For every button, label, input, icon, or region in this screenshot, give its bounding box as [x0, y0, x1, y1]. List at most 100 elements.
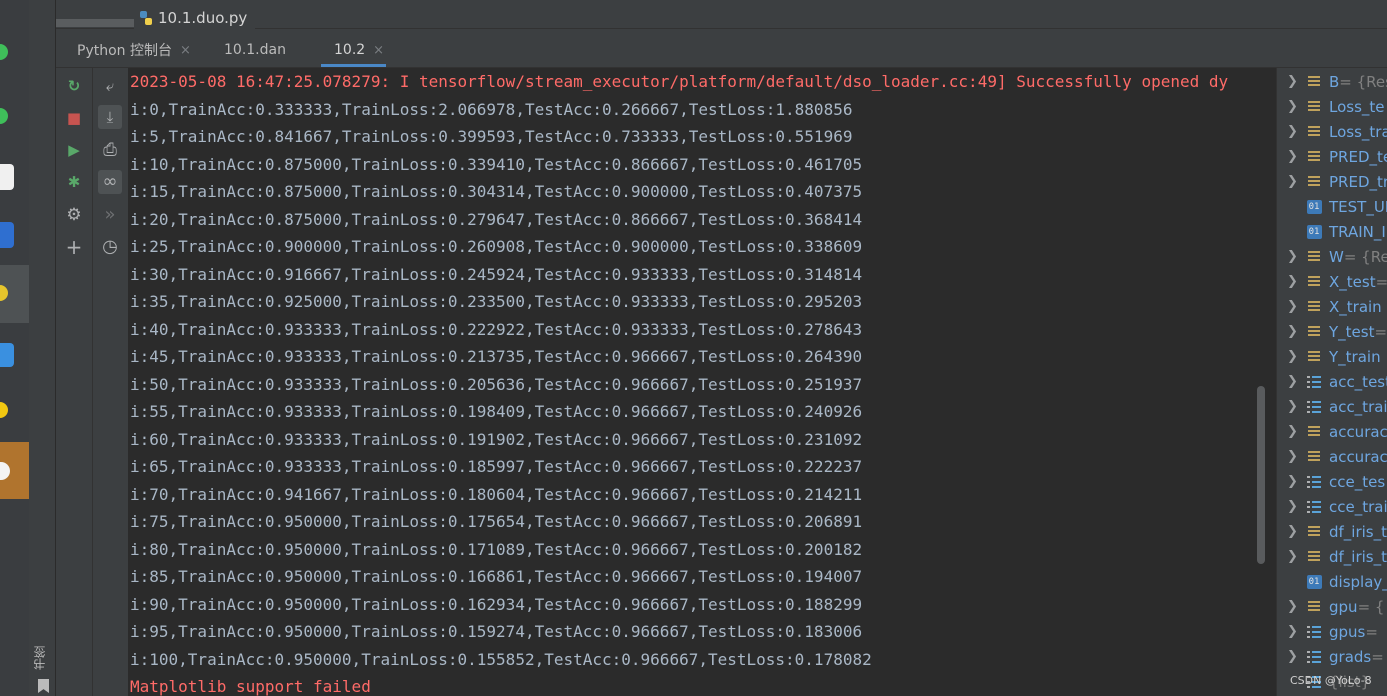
console-toolbar-primary: ↻ ■ ▶ ✱ ⚙ + — [56, 68, 93, 696]
variable-row[interactable]: ❯ df_iris_t — [1277, 544, 1387, 569]
variable-row[interactable]: ❯ B = {Res — [1277, 69, 1387, 94]
expand-arrow-icon[interactable]: ❯ — [1287, 149, 1301, 164]
expand-arrow-icon[interactable]: ❯ — [1287, 549, 1301, 564]
tab-label: 10.2 — [334, 42, 366, 58]
expand-arrow-icon[interactable]: ❯ — [1287, 424, 1301, 439]
expand-arrow-icon[interactable]: ❯ — [1287, 374, 1301, 389]
dock-selected-item[interactable] — [0, 265, 29, 323]
expand-arrow-icon[interactable]: ❯ — [1287, 499, 1301, 514]
variable-row[interactable]: 01 TEST_UI — [1277, 194, 1387, 219]
console-output-line: i:15,TrainAcc:0.875000,TrainLoss:0.30431… — [130, 182, 863, 201]
expand-arrow-icon[interactable]: ❯ — [1287, 474, 1301, 489]
settings-icon[interactable]: ⚙ — [62, 203, 86, 227]
expand-arrow-icon[interactable]: ❯ — [1287, 174, 1301, 189]
variable-value: = — [1374, 322, 1387, 341]
console-tab-bar: Python 控制台 × 10.1.dan 10.2 × — [56, 32, 1387, 68]
dock-app-icon[interactable] — [0, 44, 8, 60]
run-icon[interactable]: ▶ — [62, 138, 86, 162]
console-output-line: i:100,TrainAcc:0.950000,TrainLoss:0.1558… — [130, 649, 872, 669]
show-variables-icon[interactable]: ∞ — [98, 170, 122, 194]
tab-10-1-dan[interactable]: 10.1.dan — [224, 32, 294, 68]
dock-app-icon[interactable] — [0, 402, 8, 418]
expand-arrow-icon[interactable]: ❯ — [1287, 524, 1301, 539]
variable-row[interactable]: ❯ PRED_tr — [1277, 169, 1387, 194]
variable-row[interactable]: ❯ gpu = { — [1277, 594, 1387, 619]
variable-name: df_iris_t — [1329, 547, 1387, 566]
variable-row[interactable]: ❯ Loss_tra — [1277, 119, 1387, 144]
variable-name: PRED_te — [1329, 147, 1387, 166]
add-icon[interactable]: + — [62, 235, 86, 259]
console-output-line: i:55,TrainAcc:0.933333,TrainLoss:0.19840… — [130, 402, 863, 421]
variable-row[interactable]: ❯ acc_trai — [1277, 394, 1387, 419]
variable-row[interactable]: ❯ grads = — [1277, 644, 1387, 669]
tab-10-2[interactable]: 10.2 × — [334, 32, 384, 68]
soft-wrap-icon[interactable]: ⤶ — [98, 74, 122, 98]
dock-app-icon[interactable] — [0, 343, 14, 367]
expand-arrow-icon[interactable]: ❯ — [1287, 649, 1301, 664]
python-file-icon — [140, 11, 152, 25]
variable-row[interactable]: ❯ cce_trai — [1277, 494, 1387, 519]
expand-arrow-icon[interactable]: ❯ — [1287, 599, 1301, 614]
expand-arrow-icon[interactable]: ❯ — [1287, 624, 1301, 639]
tab-python-console[interactable]: Python 控制台 × — [77, 32, 191, 68]
variable-row[interactable]: ❯ PRED_te — [1277, 144, 1387, 169]
expand-arrow-icon[interactable]: ❯ — [1287, 274, 1301, 289]
list-icon — [1305, 624, 1323, 640]
dock-app-icon[interactable] — [0, 164, 14, 190]
dock-active-item[interactable] — [0, 442, 29, 499]
expand-arrow-icon[interactable]: ❯ — [1287, 449, 1301, 464]
execute-icon[interactable]: » — [98, 203, 122, 227]
active-tab-indicator — [321, 64, 386, 67]
print-icon[interactable]: ⎙ — [98, 138, 122, 162]
variable-row[interactable]: ❯ gpus = — [1277, 619, 1387, 644]
bookmarks-label[interactable]: 书签 — [33, 646, 52, 670]
console-output-line: i:45,TrainAcc:0.933333,TrainLoss:0.21373… — [130, 347, 863, 366]
tab-label: 10.1.dan — [224, 42, 286, 58]
expand-arrow-icon[interactable]: ❯ — [1287, 99, 1301, 114]
variable-row[interactable]: ❯ acc_test — [1277, 369, 1387, 394]
variable-row[interactable]: ❯ X_test = — [1277, 269, 1387, 294]
variable-row[interactable]: ❯ Y_train — [1277, 344, 1387, 369]
expand-arrow-icon[interactable]: ❯ — [1287, 299, 1301, 314]
variable-name: B — [1329, 72, 1340, 91]
expand-arrow-icon[interactable]: ❯ — [1287, 399, 1301, 414]
console-output[interactable]: 2023-05-08 16:47:25.078279: I tensorflow… — [128, 68, 1253, 696]
variable-name: TRAIN_I — [1329, 222, 1386, 241]
console-output-line: i:90,TrainAcc:0.950000,TrainLoss:0.16293… — [130, 594, 863, 614]
variable-row[interactable]: ❯ W = {Re — [1277, 244, 1387, 269]
variable-row[interactable]: ❯ X_train — [1277, 294, 1387, 319]
expand-arrow-icon[interactable]: ❯ — [1287, 324, 1301, 339]
variable-row[interactable]: ❯ df_iris_t — [1277, 519, 1387, 544]
dock-app-icon[interactable] — [0, 222, 14, 248]
list-icon — [1305, 499, 1323, 515]
variable-name: cce_tes — [1329, 472, 1386, 491]
variable-row[interactable]: ❯ Loss_te — [1277, 94, 1387, 119]
variable-row[interactable]: ❯ Y_test = — [1277, 319, 1387, 344]
history-icon[interactable]: ◷ — [98, 235, 122, 259]
editor-file-tab[interactable]: 10.1.duo.py — [134, 6, 256, 30]
variable-row[interactable]: 01 display_ — [1277, 569, 1387, 594]
stop-icon[interactable]: ■ — [62, 106, 86, 130]
variable-row[interactable]: ❯ accurac — [1277, 444, 1387, 469]
close-icon[interactable]: × — [180, 43, 191, 58]
variable-name: accurac — [1329, 447, 1387, 466]
variable-name: acc_trai — [1329, 397, 1387, 416]
scroll-to-end-icon[interactable]: ⤓ — [98, 105, 122, 129]
console-output-line: i:5,TrainAcc:0.841667,TrainLoss:0.399593… — [130, 127, 853, 146]
rerun-icon[interactable]: ↻ — [62, 74, 86, 98]
variable-row[interactable]: 01 TRAIN_I — [1277, 219, 1387, 244]
expand-arrow-icon[interactable]: ❯ — [1287, 249, 1301, 264]
debug-icon[interactable]: ✱ — [62, 170, 86, 194]
scrollbar-thumb[interactable] — [1257, 386, 1265, 564]
close-icon[interactable]: × — [373, 43, 384, 58]
variable-row[interactable]: ❯ accurac — [1277, 419, 1387, 444]
dataframe-icon — [1305, 249, 1323, 265]
console-scrollbar[interactable] — [1253, 68, 1269, 696]
editor-tab-strip: 10.1.duo.py — [56, 0, 1387, 32]
expand-arrow-icon[interactable]: ❯ — [1287, 124, 1301, 139]
expand-arrow-icon[interactable]: ❯ — [1287, 74, 1301, 89]
dataframe-icon — [1305, 324, 1323, 340]
dock-app-icon[interactable] — [0, 108, 8, 124]
expand-arrow-icon[interactable]: ❯ — [1287, 349, 1301, 364]
variable-row[interactable]: ❯ cce_tes — [1277, 469, 1387, 494]
